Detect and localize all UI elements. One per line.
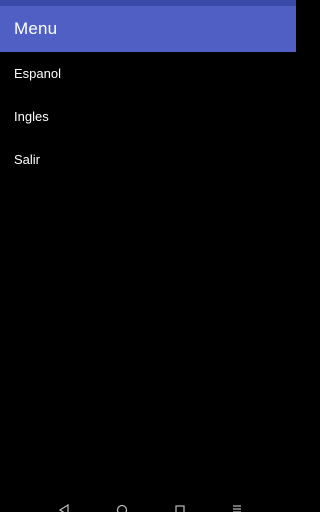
- screen: Menu Espanol Ingles Salir: [0, 0, 296, 512]
- menu-list: Espanol Ingles Salir: [0, 52, 296, 181]
- app-bar: Menu: [0, 6, 296, 52]
- recents-square-icon[interactable]: [174, 504, 186, 512]
- back-triangle-icon[interactable]: [58, 504, 70, 512]
- menu-item-label: Ingles: [14, 109, 49, 124]
- menu-item-salir[interactable]: Salir: [0, 138, 296, 181]
- menu-item-label: Espanol: [14, 66, 61, 81]
- home-circle-icon[interactable]: [116, 504, 128, 512]
- menu-lines-icon[interactable]: [231, 504, 243, 512]
- menu-item-label: Salir: [14, 152, 41, 167]
- menu-item-espanol[interactable]: Espanol: [0, 52, 296, 95]
- navigation-bar: [0, 498, 296, 512]
- app-bar-title: Menu: [14, 19, 58, 38]
- menu-item-ingles[interactable]: Ingles: [0, 95, 296, 138]
